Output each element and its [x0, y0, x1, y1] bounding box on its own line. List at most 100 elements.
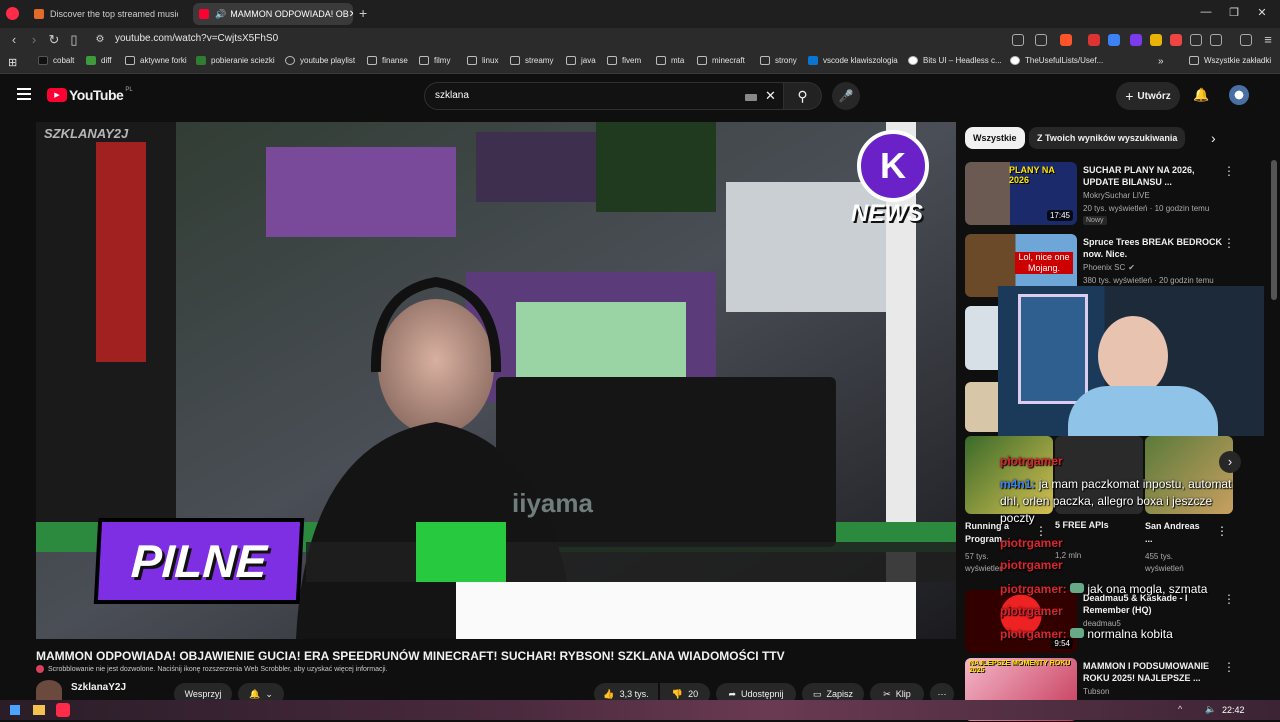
url-field[interactable]: youtube.com/watch?v=CwjtsX5FhS0: [115, 33, 278, 44]
bookmark-item[interactable]: youtube playlist: [285, 56, 355, 65]
shorts-next-icon[interactable]: ›: [1219, 451, 1241, 473]
more-options-icon[interactable]: ⋮: [1223, 164, 1235, 178]
bookmark-folder[interactable]: strony: [760, 56, 797, 65]
windows-start-icon[interactable]: [10, 705, 20, 715]
bookmark-item[interactable]: cobalt: [38, 56, 74, 65]
webcam-person: [1098, 316, 1168, 396]
bookmark-label: Wszystkie zakładki: [1204, 56, 1272, 65]
create-button[interactable]: + Utwórz: [1116, 82, 1180, 110]
video-channel: MokrySuchar LIVE: [1083, 191, 1150, 200]
clear-search-icon[interactable]: ✕: [765, 88, 776, 104]
more-options-icon[interactable]: ⋮: [1223, 236, 1235, 250]
bookmark-item[interactable]: aktywne forki: [125, 56, 187, 65]
list-item[interactable]: 9:54 Deadmau5 & Kaskade - I Remember (HQ…: [965, 590, 1265, 654]
keyboard-icon[interactable]: [745, 94, 757, 101]
browser-menu-dots-icon[interactable]: ≡: [1260, 32, 1276, 48]
bookmark-label: mta: [671, 56, 685, 65]
bookmark-item[interactable]: Bits UI – Headless c...: [908, 56, 1002, 65]
list-item[interactable]: PLANY NA 2026 17:45 SUCHAR PLANY NA 2026…: [965, 162, 1265, 226]
bookmark-label: java: [581, 56, 596, 65]
avatar[interactable]: [1229, 85, 1249, 105]
forward-icon[interactable]: ›: [26, 32, 42, 48]
tab-favicon-icon: [199, 9, 209, 19]
extension-blue-icon[interactable]: [1108, 34, 1120, 46]
bookmark-label: streamy: [525, 56, 554, 65]
clock[interactable]: 22:42: [1222, 705, 1245, 715]
chips-next-icon[interactable]: ›: [1211, 130, 1216, 146]
thumbnail-text: Lol, nice one Mojang.: [1015, 252, 1073, 274]
chevron-down-icon: ⌄: [265, 688, 273, 699]
search-input[interactable]: szklana: [435, 90, 469, 101]
video-player[interactable]: SZKLANAY2J iiyama K NEWS PILNE: [36, 122, 956, 639]
scissors-icon: ✂: [883, 688, 891, 699]
bell-icon: 🔔: [249, 688, 261, 699]
sidebar-icon[interactable]: [1210, 34, 1222, 46]
search-button[interactable]: ⚲: [784, 82, 822, 110]
file-explorer-icon[interactable]: [33, 705, 45, 715]
scrollbar-thumb[interactable]: [1271, 160, 1277, 300]
video-title: MAMMON I PODSUMOWANIE ROKU 2025! NAJLEPS…: [1083, 661, 1209, 683]
close-tab-icon[interactable]: ✕: [349, 9, 353, 20]
hamburger-menu-icon[interactable]: [17, 88, 31, 100]
more-options-icon[interactable]: ⋮: [1223, 592, 1235, 606]
bookmark-label: diff: [101, 56, 112, 65]
bookmark-folder[interactable]: java: [566, 56, 596, 65]
site-info-icon[interactable]: ⚙: [92, 32, 108, 48]
restore-button[interactable]: ❐: [1226, 6, 1242, 19]
extensions-puzzle-icon[interactable]: [1190, 34, 1202, 46]
brave-shield-icon[interactable]: [1060, 34, 1072, 46]
bookmark-page-icon[interactable]: ▯: [66, 32, 82, 48]
bookmark-folder[interactable]: minecraft: [697, 56, 745, 65]
extension-yellow-icon[interactable]: [1150, 34, 1162, 46]
reload-icon[interactable]: ↻: [46, 32, 62, 48]
bookmark-label: youtube playlist: [300, 56, 356, 65]
share-icon[interactable]: [1035, 34, 1047, 46]
all-bookmarks[interactable]: Wszystkie zakładki: [1189, 56, 1271, 65]
bookmark-item[interactable]: vscode klawiszologia: [808, 56, 898, 65]
bookmark-folder[interactable]: linux: [467, 56, 498, 65]
bookmark-folder[interactable]: filmy: [419, 56, 450, 65]
bookmark-item[interactable]: TheUsefulLists/Usef...: [1010, 56, 1103, 65]
voice-search-button[interactable]: 🎤: [832, 82, 860, 110]
apps-grid-icon[interactable]: ⊞: [8, 56, 17, 69]
folder-icon: [697, 56, 707, 65]
chip-all[interactable]: Wszystkie: [965, 127, 1025, 149]
tab-youtube-video[interactable]: 🔊 MAMMON ODPOWIADA! OB ✕: [193, 3, 353, 25]
folder-icon: [566, 56, 576, 65]
new-tab-button[interactable]: +: [359, 5, 367, 21]
audio-icon[interactable]: 🔊: [215, 9, 226, 20]
browser-taskbar-icon[interactable]: [56, 703, 70, 717]
extension-red-icon[interactable]: [1088, 34, 1100, 46]
cast-icon[interactable]: [1012, 34, 1024, 46]
notifications-bell-icon[interactable]: 🔔: [1193, 87, 1209, 103]
volume-icon[interactable]: 🔈: [1205, 704, 1216, 715]
tab-spotify-stats[interactable]: Discover the top streamed music: [28, 3, 178, 25]
video-title: SUCHAR PLANY NA 2026, UPDATE BILANSU ...: [1083, 165, 1195, 187]
bookmark-folder[interactable]: finanse: [367, 56, 408, 65]
bookmark-item[interactable]: pobieranie sciezki: [196, 56, 275, 65]
youtube-logo[interactable]: ▶ YouTube PL: [47, 87, 133, 103]
bookmark-folder[interactable]: fivem: [607, 56, 641, 65]
bookmark-folder[interactable]: mta: [656, 56, 684, 65]
extension-purple-icon[interactable]: [1130, 34, 1142, 46]
chat-line: piotrgamer: [1000, 536, 1063, 550]
media-icon[interactable]: [1240, 34, 1252, 46]
chip-from-search[interactable]: Z Twoich wyników wyszukiwania: [1029, 127, 1186, 149]
bookmark-label: vscode klawiszologia: [823, 56, 898, 65]
bookmark-item[interactable]: diff: [86, 56, 112, 65]
extension-red2-icon[interactable]: [1170, 34, 1182, 46]
back-icon[interactable]: ‹: [6, 32, 22, 48]
tab-label: Discover the top streamed music: [50, 9, 178, 19]
channel-name[interactable]: SzklanaY2J: [71, 682, 126, 693]
close-window-button[interactable]: ✕: [1254, 6, 1270, 19]
minimize-button[interactable]: —: [1198, 6, 1214, 18]
bookmark-label: TheUsefulLists/Usef...: [1025, 56, 1104, 65]
tray-chevron-icon[interactable]: ^: [1178, 704, 1182, 714]
browser-menu-icon[interactable]: [6, 7, 19, 20]
channel-avatar[interactable]: [36, 680, 62, 700]
more-bookmarks-icon[interactable]: »: [1158, 56, 1164, 67]
more-options-icon[interactable]: ⋮: [1223, 660, 1235, 674]
video-meta: 20 tys. wyświetleń · 10 godzin temu: [1083, 204, 1210, 213]
chat-username: piotrgamer: [1000, 536, 1063, 550]
bookmark-folder[interactable]: streamy: [510, 56, 553, 65]
